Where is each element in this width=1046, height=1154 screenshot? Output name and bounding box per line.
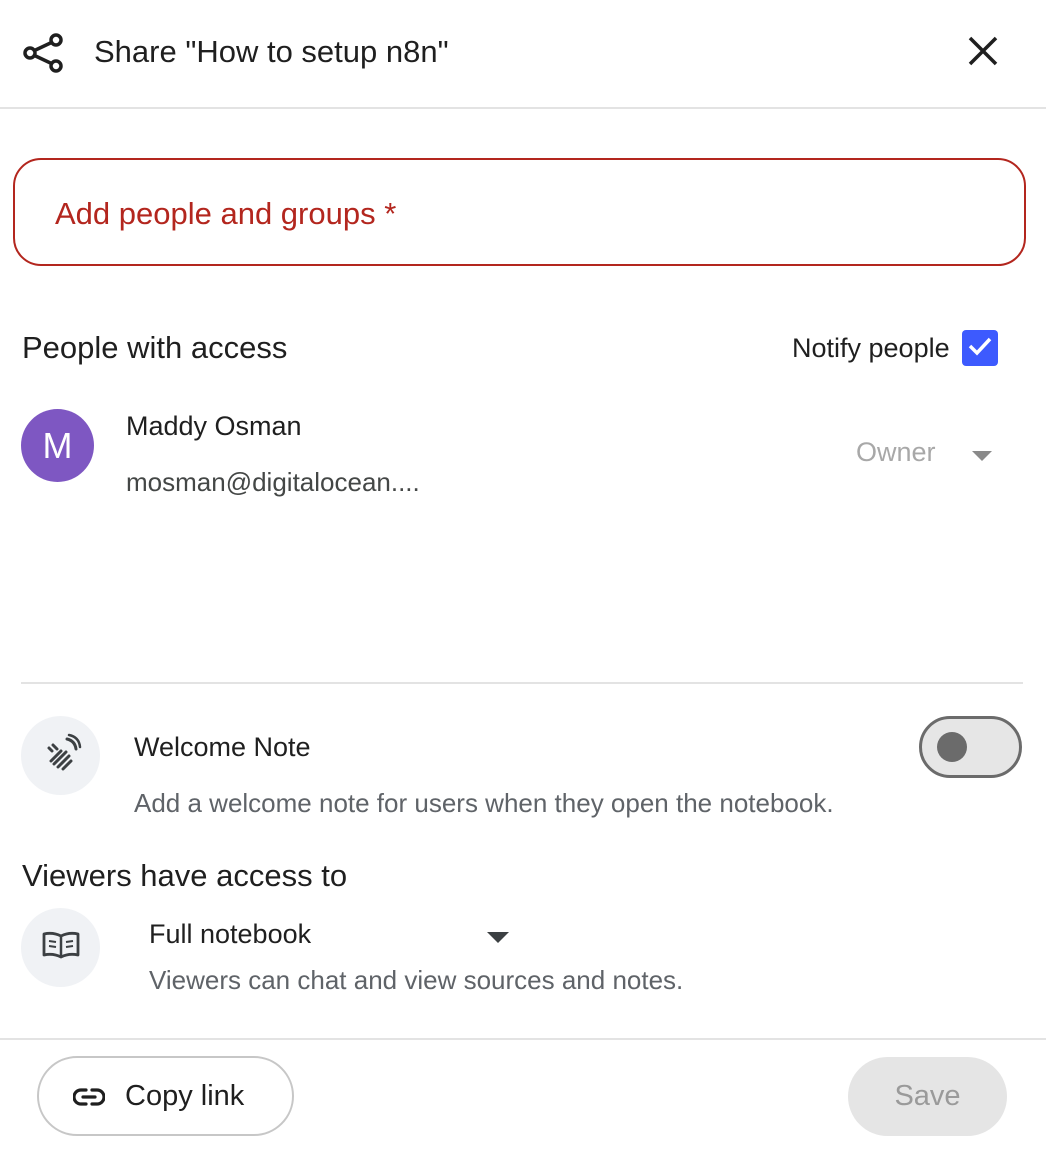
chevron-down-icon [972, 448, 992, 466]
save-button[interactable]: Save [848, 1057, 1007, 1136]
chevron-down-icon [487, 930, 509, 948]
close-icon [967, 35, 999, 72]
person-row: M Maddy Osman mosman@digitalocean.... Ow… [0, 400, 1046, 510]
check-icon [966, 332, 994, 365]
add-people-placeholder: Add people and groups * [55, 196, 397, 231]
avatar: M [21, 409, 94, 482]
waving-hand-icon [39, 731, 83, 780]
people-with-access-heading: People with access [22, 330, 288, 365]
notify-people: Notify people [792, 326, 998, 370]
notify-people-label: Notify people [792, 332, 950, 363]
save-label: Save [894, 1080, 961, 1112]
viewers-access-heading: Viewers have access to [22, 858, 348, 893]
footer-divider [0, 1038, 1046, 1040]
add-people-input[interactable]: Add people and groups * [13, 158, 1026, 266]
share-icon [22, 32, 64, 74]
book-icon [41, 930, 81, 965]
welcome-note-title: Welcome Note [134, 732, 311, 762]
dialog-title: Share "How to setup n8n" [94, 34, 449, 69]
toggle-knob [937, 732, 967, 762]
copy-link-button[interactable]: Copy link [37, 1056, 294, 1136]
person-name: Maddy Osman [126, 411, 302, 441]
role-select: Owner [856, 432, 1006, 472]
role-label: Owner [856, 436, 936, 467]
welcome-note-icon-container [21, 716, 100, 795]
viewers-access-selected: Full notebook [149, 919, 312, 949]
link-icon [72, 1083, 106, 1116]
viewers-access-description: Viewers can chat and view sources and no… [149, 965, 684, 995]
welcome-note-toggle[interactable] [919, 716, 1022, 778]
viewers-access-icon-container [21, 908, 100, 987]
person-email: mosman@digitalocean.... [126, 467, 420, 497]
share-dialog: Share "How to setup n8n" Add people and … [0, 0, 1046, 1154]
notify-people-checkbox[interactable] [961, 330, 998, 366]
welcome-note-description: Add a welcome note for users when they o… [134, 788, 834, 818]
section-divider [21, 682, 1023, 684]
dialog-header: Share "How to setup n8n" [0, 0, 1046, 109]
viewers-access-select[interactable]: Full notebook [149, 914, 519, 954]
close-button[interactable] [958, 28, 1008, 78]
copy-link-label: Copy link [125, 1080, 245, 1112]
